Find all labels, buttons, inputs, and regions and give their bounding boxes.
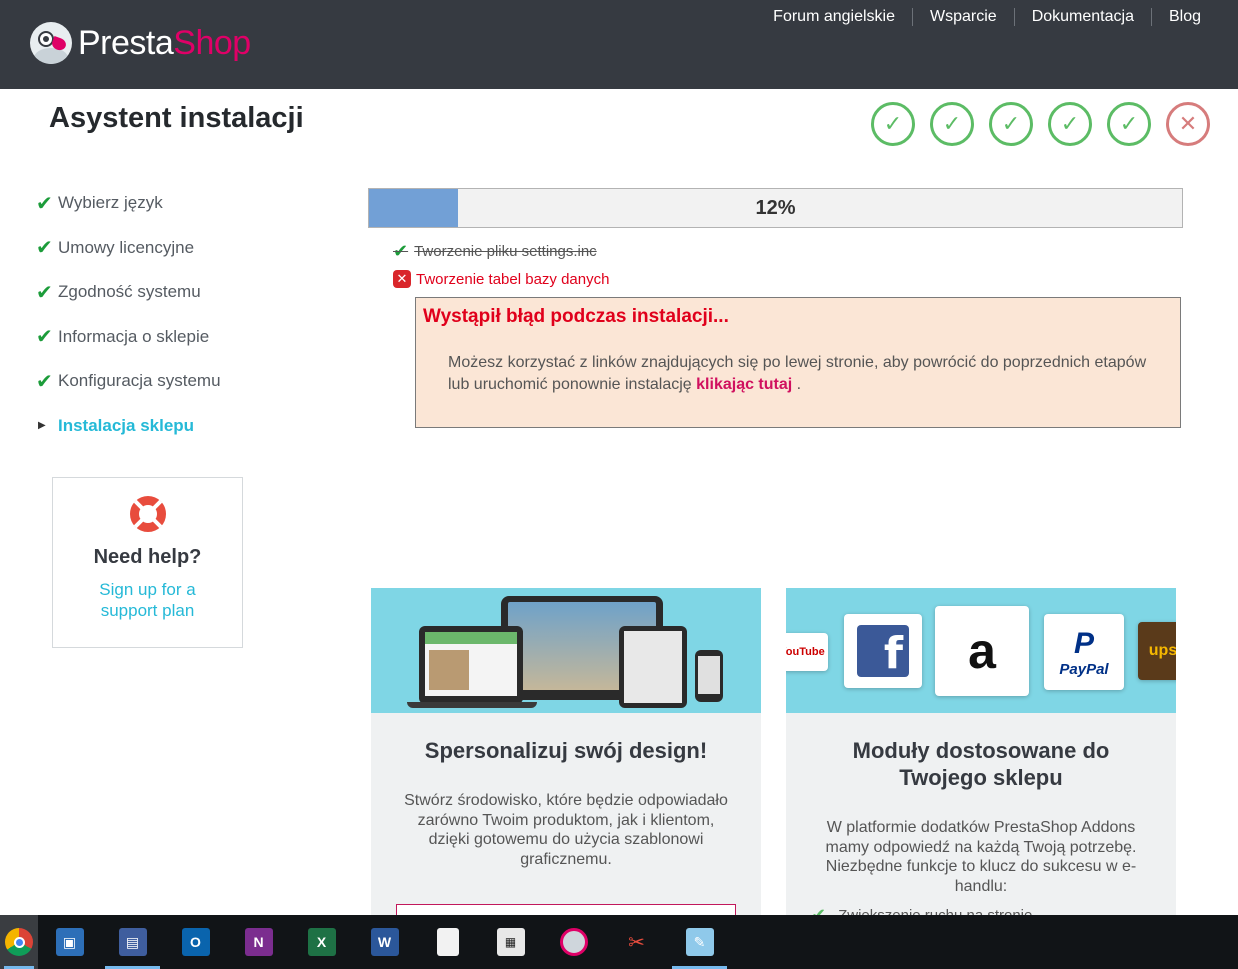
taskbar-chrome[interactable] — [0, 915, 38, 969]
check-icon: ✔ — [36, 237, 53, 260]
network-icon: ▣ — [55, 928, 84, 956]
notepad-icon: ✎ — [685, 928, 714, 956]
task-db-tables: ✕ Tworzenie tabel bazy danych — [393, 270, 609, 288]
onenote-icon: N — [244, 928, 273, 956]
chrome-icon — [5, 928, 33, 956]
ups-icon: ups — [1138, 622, 1176, 680]
taskbar-outlook[interactable]: O — [164, 915, 227, 969]
sidebar-step-system-config[interactable]: ✔ Konfiguracja systemu — [36, 359, 221, 404]
taskbar-onenote[interactable]: N — [227, 915, 290, 969]
progress-percent: 12% — [755, 197, 796, 219]
install-progress-bar: 12% — [368, 188, 1183, 228]
sidebar-step-store-info[interactable]: ✔ Informacja o sklepie — [36, 315, 221, 360]
step-error-x-icon: ✕ — [1166, 102, 1210, 146]
top-navigation: Forum angielskie Wsparcie Dokumentacja B… — [756, 8, 1218, 26]
sidebar-step-license[interactable]: ✔ Umowy licencyjne — [36, 226, 221, 271]
taskbar-notepad[interactable]: ✎ — [668, 915, 731, 969]
sidebar-step-installation: ▶ Instalacja sklepu — [38, 415, 195, 435]
check-icon: ✔ — [36, 192, 53, 215]
lifebuoy-icon — [129, 496, 166, 532]
page-title: Asystent instalacji — [49, 102, 304, 134]
task-settings-file: ✔ Tworzenie pliku settings.inc — [393, 241, 597, 261]
step-indicators: ✓ ✓ ✓ ✓ ✓ ✕ — [871, 102, 1210, 146]
puffin-logo-icon — [30, 22, 72, 64]
card-title: Moduły dostosowane do Twojego sklepu — [852, 738, 1110, 790]
logo-text: PrestaShop — [78, 23, 251, 62]
check-icon: ✔ — [36, 326, 53, 349]
check-icon: ✔ — [36, 370, 53, 393]
paint-icon: ✂ — [628, 931, 645, 954]
taskbar-excel[interactable]: X — [290, 915, 353, 969]
paypal-icon: P PayPal — [1044, 614, 1124, 690]
support-plan-link[interactable]: Sign up for a support plan — [88, 579, 208, 621]
word-icon: W — [370, 928, 399, 956]
excel-icon: X — [307, 928, 336, 956]
prestashop-logo[interactable]: PrestaShop — [30, 22, 251, 64]
file-icon — [436, 928, 459, 956]
windows-taskbar: ▣ ▤ O N X W ▦ ✂ ✎ — [0, 915, 1238, 969]
install-steps-sidebar: ✔ Wybierz język ✔ Umowy licencyjne ✔ Zgodno… — [36, 181, 221, 448]
triangle-right-icon: ▶ — [38, 420, 46, 432]
retry-install-link[interactable]: klikając tutaj — [696, 376, 792, 393]
app-icon — [559, 928, 588, 956]
step-done-check-icon: ✓ — [930, 102, 974, 146]
help-box: Need help? Sign up for a support plan — [52, 477, 243, 648]
error-title: Wystąpił błąd podczas instalacji... — [423, 306, 729, 327]
step-done-check-icon: ✓ — [989, 102, 1033, 146]
card-description: Stwórz środowisko, które będzie odpowiad… — [404, 792, 728, 868]
promo-card-design: Spersonalizuj swój design! Stwórz środow… — [371, 588, 761, 918]
nav-link-blog[interactable]: Blog — [1150, 8, 1218, 26]
step-done-check-icon: ✓ — [871, 102, 915, 146]
help-title: Need help? — [93, 546, 202, 568]
card-description: W platformie dodatków PrestaShop Addons … — [825, 819, 1137, 895]
sidebar-step-compatibility[interactable]: ✔ Zgodność systemu — [36, 270, 221, 315]
taskbar-paint[interactable]: ✂ — [605, 915, 668, 969]
amazon-icon: a — [935, 606, 1029, 696]
taskbar-file[interactable] — [416, 915, 479, 969]
step-done-check-icon: ✓ — [1048, 102, 1092, 146]
nav-link-forum[interactable]: Forum angielskie — [756, 8, 912, 26]
nav-link-support[interactable]: Wsparcie — [912, 8, 1014, 26]
facebook-icon: f — [844, 614, 922, 688]
taskbar-save-app[interactable]: ▤ — [101, 915, 164, 969]
install-error-box: Wystąpił błąd podczas instalacji... Może… — [415, 297, 1181, 428]
save-icon: ▤ — [118, 928, 147, 956]
taskbar-network[interactable]: ▣ — [38, 915, 101, 969]
check-icon: ✔ — [36, 281, 53, 304]
error-x-icon: ✕ — [393, 270, 411, 288]
card-title: Spersonalizuj swój design! — [424, 738, 708, 763]
error-message: Możesz korzystać z linków znajdujących s… — [448, 354, 1147, 393]
sidebar-step-language[interactable]: ✔ Wybierz język — [36, 181, 221, 226]
taskbar-calculator[interactable]: ▦ — [479, 915, 542, 969]
youtube-icon: YouTube — [786, 633, 828, 671]
calculator-icon: ▦ — [496, 928, 525, 956]
taskbar-app[interactable] — [542, 915, 605, 969]
devices-illustration — [371, 588, 761, 713]
step-done-check-icon: ✓ — [1107, 102, 1151, 146]
site-header: PrestaShop Forum angielskie Wsparcie Dok… — [0, 0, 1238, 89]
check-icon: ✔ — [393, 241, 409, 261]
marketplace-logos-illustration: YouTube f a P PayPal ups — [786, 588, 1176, 713]
nav-link-documentation[interactable]: Dokumentacja — [1013, 8, 1151, 26]
taskbar-word[interactable]: W — [353, 915, 416, 969]
outlook-icon: O — [181, 928, 210, 956]
promo-card-modules: YouTube f a P PayPal ups Moduły dostosow… — [786, 588, 1176, 918]
